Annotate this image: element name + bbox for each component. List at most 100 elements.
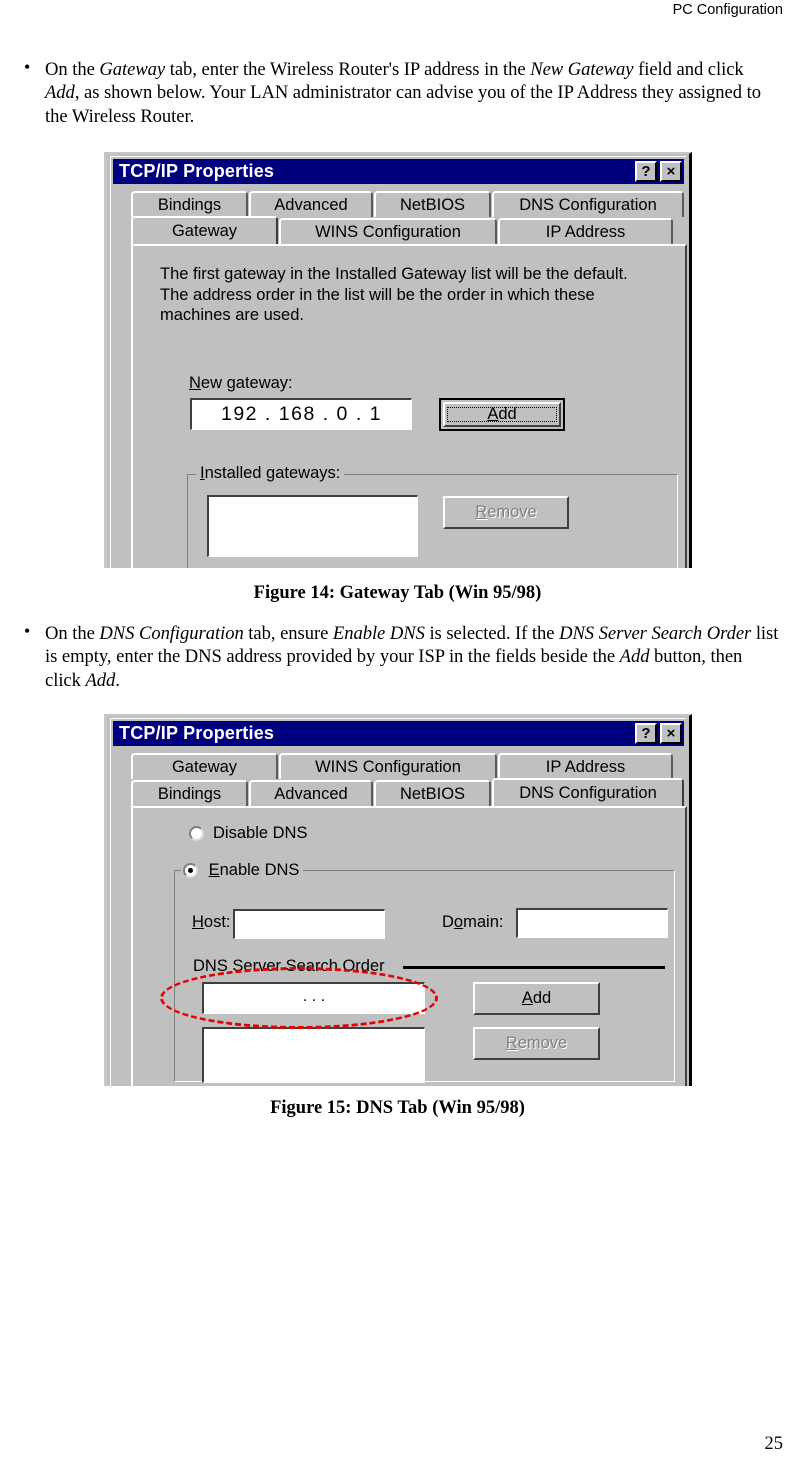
installed-gateways-groupbox: Installed gateways: Remove [187, 464, 678, 568]
gateway-add-button-inner: Add [443, 402, 561, 427]
add-accel: A [521, 989, 533, 1007]
disable-dns-post: sable DNS [228, 824, 308, 842]
tab-label: IP Address [545, 757, 626, 776]
dns-server-search-order-label: DNS Server Search Order [193, 957, 385, 975]
host-input[interactable] [233, 909, 385, 939]
dns-dialog-title: TCP/IP Properties [119, 723, 275, 743]
gateway-remove-button[interactable]: Remove [443, 496, 569, 529]
emphasis-text: DNS Configuration [99, 623, 244, 644]
dns-tabs-row-bottom[interactable]: Bindings Advanced NetBIOS DNS Configurat… [131, 778, 685, 806]
tab-gateway[interactable]: Gateway [131, 753, 278, 779]
tab-netbios[interactable]: NetBIOS [374, 780, 491, 806]
gateway-add-button-label: Add [487, 405, 516, 424]
emphasis-text: Enable DNS [332, 623, 425, 644]
domain-accel: o [453, 913, 464, 931]
gateway-description: The first gateway in the Installed Gatew… [160, 265, 628, 324]
tab-label: Bindings [157, 784, 222, 803]
emphasis-text: Add [45, 82, 75, 104]
enable-dns-radio-dot [188, 868, 193, 873]
bullet-gateway-text: On the Gateway tab, enter the Wireless R… [45, 58, 782, 128]
gateway-titlebar-buttons: ? × [635, 161, 682, 182]
body-text: field and click [633, 59, 744, 80]
dns-remove-button[interactable]: Remove [473, 1027, 600, 1060]
gateway-dialog-title: TCP/IP Properties [119, 161, 275, 181]
add-rest: dd [498, 405, 517, 423]
gateway-remove-button-label: Remove [475, 503, 536, 522]
page-header-title: PC Configuration [672, 2, 783, 18]
enable-dns-label: Enable DNS [209, 861, 300, 879]
host-accel: H [192, 913, 204, 931]
body-text: On the [45, 59, 100, 80]
tab-label: IP Address [545, 222, 626, 241]
gateway-tabs-row-top[interactable]: Bindings Advanced NetBIOS DNS Configurat… [131, 191, 685, 217]
new-gateway-label: New gateway: [189, 374, 293, 393]
dns-add-button-label: Add [522, 989, 551, 1008]
domain-label: Domain: [442, 913, 503, 932]
tab-label: Gateway [171, 221, 238, 240]
close-icon[interactable]: × [660, 723, 682, 744]
new-gateway-label-accel: N [189, 374, 201, 392]
tab-wins-configuration[interactable]: WINS Configuration [279, 218, 497, 244]
bullet-gateway-step: • On the Gateway tab, enter the Wireless… [12, 58, 782, 128]
disable-dns-radio[interactable] [189, 826, 204, 841]
dns-titlebar-buttons: ? × [635, 723, 682, 744]
installed-gateways-list[interactable] [207, 495, 418, 557]
body-text: is selected. If the [424, 623, 560, 644]
host-rest: ost: [203, 913, 231, 931]
new-gateway-input[interactable]: 192 . 168 . 0 . 1 [190, 398, 412, 430]
domain-input[interactable] [516, 908, 668, 938]
tab-dns-configuration[interactable]: DNS Configuration [492, 191, 684, 217]
gateway-tcpip-properties-dialog[interactable]: TCP/IP Properties ? × Bindings Advanced … [104, 152, 692, 568]
tab-netbios[interactable]: NetBIOS [374, 191, 491, 217]
tab-advanced[interactable]: Advanced [249, 191, 373, 217]
emphasis-text: New Gateway [530, 59, 634, 80]
tab-ip-address[interactable]: IP Address [498, 753, 673, 779]
tab-wins-configuration[interactable]: WINS Configuration [279, 753, 497, 779]
body-text: , as shown below. Your LAN administrator… [45, 82, 761, 127]
dns-server-search-order-input[interactable]: . . . [202, 982, 425, 1014]
page-header: PC Configuration [0, 0, 783, 18]
remove-accel: R [505, 1034, 518, 1052]
gateway-add-button[interactable]: Add [439, 398, 565, 431]
emphasis-text: DNS Server Search Order [559, 623, 752, 644]
tab-gateway[interactable]: Gateway [131, 216, 278, 244]
body-text: On the [45, 623, 100, 644]
new-gateway-label-rest: ew gateway: [200, 374, 293, 392]
tab-bindings[interactable]: Bindings [131, 191, 248, 217]
close-icon[interactable]: × [660, 161, 682, 182]
add-accel: A [487, 405, 499, 423]
domain-pre: D [442, 913, 454, 931]
dns-tabs-row-top[interactable]: Gateway WINS Configuration IP Address [131, 753, 674, 779]
tab-label: WINS Configuration [315, 222, 461, 241]
remove-accel: R [475, 503, 488, 521]
body-text: tab, ensure [243, 623, 333, 644]
dns-dialog-inner: TCP/IP Properties ? × Gateway WINS Confi… [110, 718, 687, 1086]
tab-dns-configuration[interactable]: DNS Configuration [492, 778, 684, 806]
tab-bindings[interactable]: Bindings [131, 780, 248, 806]
gateway-tab-pane: The first gateway in the Installed Gatew… [131, 244, 687, 568]
help-icon[interactable]: ? [635, 723, 657, 744]
emphasis-text: Gateway [99, 59, 166, 80]
dns-tab-pane: Disable DNS Enable DNS Host: Domain: DNS… [131, 806, 687, 1086]
dns-server-list[interactable] [202, 1027, 425, 1083]
installed-gateways-label: Installed gateways: [196, 464, 345, 483]
tab-ip-address[interactable]: IP Address [498, 218, 673, 244]
enable-dns-radio-row[interactable]: Enable DNS [181, 860, 304, 880]
installed-rest: nstalled gateways: [204, 464, 341, 482]
remove-rest: emove [487, 503, 537, 521]
gateway-tabs-row-bottom[interactable]: Gateway WINS Configuration IP Address [131, 216, 674, 244]
tab-label: Bindings [157, 195, 222, 214]
enable-dns-radio[interactable] [183, 863, 198, 878]
disable-dns-label: Disable DNS [213, 824, 307, 843]
dns-dialog-titlebar: TCP/IP Properties ? × [113, 721, 684, 746]
dns-server-search-order-value: . . . [302, 987, 326, 1005]
enable-dns-accel: E [208, 861, 220, 879]
tab-advanced[interactable]: Advanced [249, 780, 373, 806]
help-icon[interactable]: ? [635, 161, 657, 182]
dns-tcpip-properties-dialog[interactable]: TCP/IP Properties ? × Gateway WINS Confi… [104, 714, 692, 1086]
emphasis-text: Add [619, 646, 650, 668]
tab-label: Advanced [274, 784, 348, 803]
tab-label: DNS Configuration [519, 783, 657, 802]
dns-add-button[interactable]: Add [473, 982, 600, 1015]
gateway-add-button-focus: Add [447, 405, 557, 424]
